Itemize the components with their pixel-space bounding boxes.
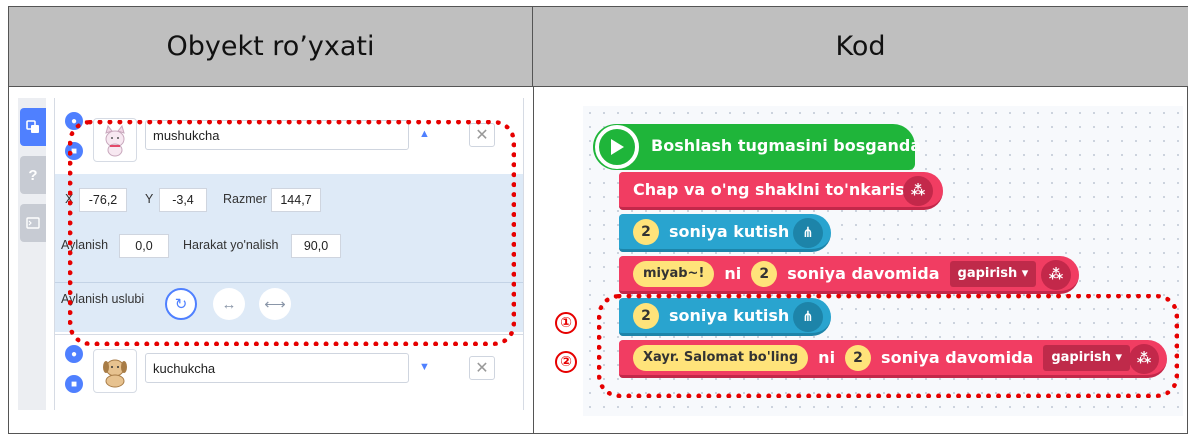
flip-shape-block[interactable]: Chap va o'ng shaklni to'nkarish ⁂ <box>619 172 943 210</box>
looks-category-icon: ⁂ <box>1041 260 1071 290</box>
tab-help[interactable]: ? <box>20 156 46 194</box>
looks-category-icon: ⁂ <box>903 176 933 206</box>
dog-sprite-thumbnail <box>93 349 137 393</box>
object-list-panel: ? ● ■ mushukcha ▲ ✕ X -76,2 Y -3,4 Razme… <box>18 98 524 410</box>
delete-object-button[interactable]: ✕ <box>469 356 495 380</box>
marker-2: ② <box>555 351 577 373</box>
seconds-input[interactable]: 2 <box>751 260 778 287</box>
expand-icon[interactable]: ▼ <box>419 361 430 373</box>
start-block-label: Boshlash tugmasini bosganda <box>651 136 922 155</box>
block-label: Chap va o'ng shaklni to'nkarish <box>633 180 916 199</box>
console-icon[interactable] <box>20 204 46 242</box>
highlight-box <box>68 120 516 346</box>
say-for-seconds-block[interactable]: miyab~! ni 2 soniya davomida gapirish ▾ … <box>619 256 1079 294</box>
column-header-object-list: Obyekt ro’yxati <box>9 7 533 87</box>
column-header-code: Kod <box>533 7 1188 87</box>
eye-icon[interactable]: ● <box>65 345 83 363</box>
block-label: ni <box>724 264 742 283</box>
say-text-input[interactable]: miyab~! <box>633 260 715 287</box>
shapes-icon[interactable] <box>20 108 46 146</box>
start-block[interactable]: Boshlash tugmasini bosganda <box>593 124 921 170</box>
wait-block[interactable]: 2 soniya kutish ⋔ <box>619 214 831 252</box>
object-name-input[interactable]: kuchukcha <box>145 353 409 383</box>
marker-1: ① <box>555 312 577 334</box>
lock-icon[interactable]: ■ <box>65 375 83 393</box>
wait-seconds-input[interactable]: 2 <box>633 218 659 245</box>
flow-category-icon: ⋔ <box>793 218 823 248</box>
block-label: soniya davomida <box>787 264 940 283</box>
say-mode-dropdown[interactable]: gapirish ▾ <box>949 260 1037 287</box>
code-canvas: Boshlash tugmasini bosganda Chap va o'ng… <box>555 106 1183 416</box>
play-icon <box>595 125 639 169</box>
block-label: soniya kutish <box>669 222 790 241</box>
column-divider <box>533 87 534 434</box>
side-tab-bar: ? <box>18 98 46 410</box>
highlight-box <box>597 294 1179 398</box>
dropdown-label: gapirish <box>957 266 1018 281</box>
